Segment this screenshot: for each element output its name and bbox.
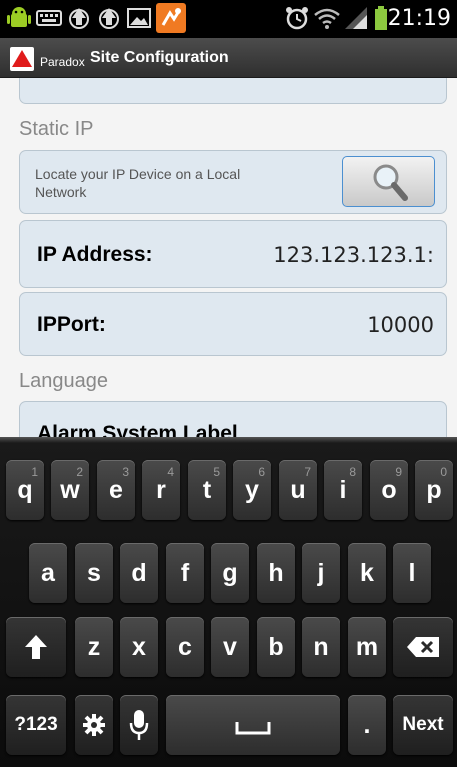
key-g[interactable]: g	[211, 543, 249, 603]
paradox-logo-icon	[10, 47, 34, 71]
key-v[interactable]: v	[211, 617, 249, 677]
key-i[interactable]: i8	[324, 460, 362, 520]
magnifier-icon	[373, 164, 408, 201]
status-bar: 21:19	[0, 0, 457, 38]
next-key[interactable]: Next	[393, 695, 453, 755]
backspace-key[interactable]	[393, 617, 453, 677]
section-language: Language	[19, 370, 108, 392]
key-m[interactable]: m	[348, 617, 386, 677]
key-w[interactable]: w2	[51, 460, 89, 520]
symbols-key[interactable]: ?123	[6, 695, 66, 755]
soft-keyboard: q1 w2 e3 r4 t5 y6 u7 i8 o9 p0 a s d f g …	[0, 437, 457, 767]
key-z[interactable]: z	[75, 617, 113, 677]
space-key[interactable]	[166, 695, 340, 755]
app-name: Paradox	[40, 55, 85, 69]
wifi-icon	[314, 8, 340, 29]
voice-input-key[interactable]	[120, 695, 158, 755]
locate-device-card: Locate your IP Device on a Local Network	[19, 150, 447, 214]
key-r[interactable]: r4	[142, 460, 180, 520]
space-bar-icon	[235, 722, 271, 735]
key-a[interactable]: a	[29, 543, 67, 603]
key-q[interactable]: q1	[6, 460, 44, 520]
section-static-ip: Static IP	[19, 118, 94, 140]
settings-key[interactable]	[75, 695, 113, 755]
key-p[interactable]: p0	[415, 460, 453, 520]
clock: 21:19	[387, 6, 451, 31]
keyboard-icon	[36, 10, 62, 26]
key-n[interactable]: n	[302, 617, 340, 677]
ip-address-row[interactable]: IP Address: 123.123.123.1:	[19, 220, 447, 288]
settings-form: Static IP Locate your IP Device on a Loc…	[0, 78, 457, 437]
ip-address-label: IP Address:	[37, 243, 153, 266]
recycle-icon	[99, 8, 119, 29]
image-icon	[127, 8, 151, 28]
key-s[interactable]: s	[75, 543, 113, 603]
alarm-system-label-row[interactable]: Alarm System Label	[19, 401, 447, 437]
locate-device-text: Locate your IP Device on a Local Network	[35, 166, 241, 200]
locate-search-button[interactable]	[342, 156, 435, 207]
page-title: Site Configuration	[90, 49, 229, 66]
key-e[interactable]: e3	[97, 460, 135, 520]
alarm-icon	[286, 7, 308, 30]
alarm-system-label: Alarm System Label	[37, 422, 238, 437]
ip-address-value[interactable]: 123.123.123.1:	[273, 243, 434, 267]
key-t[interactable]: t5	[188, 460, 226, 520]
phone-app-icon	[156, 3, 186, 33]
key-h[interactable]: h	[257, 543, 295, 603]
signal-icon	[345, 7, 367, 29]
key-j[interactable]: j	[302, 543, 340, 603]
backspace-icon	[407, 637, 439, 657]
key-c[interactable]: c	[166, 617, 204, 677]
microphone-icon	[129, 710, 149, 740]
key-d[interactable]: d	[120, 543, 158, 603]
shift-arrow-icon	[25, 635, 47, 659]
key-x[interactable]: x	[120, 617, 158, 677]
android-debug-icon	[7, 7, 31, 27]
key-f[interactable]: f	[166, 543, 204, 603]
key-b[interactable]: b	[257, 617, 295, 677]
ip-port-label: IPPort:	[37, 313, 106, 336]
key-l[interactable]: l	[393, 543, 431, 603]
key-y[interactable]: y6	[233, 460, 271, 520]
period-key[interactable]: .	[348, 695, 386, 755]
ip-port-row[interactable]: IPPort: 10000	[19, 292, 447, 356]
shift-key[interactable]	[6, 617, 66, 677]
app-title-bar: Paradox Site Configuration	[0, 38, 457, 78]
gear-icon	[83, 714, 105, 736]
key-o[interactable]: o9	[370, 460, 408, 520]
battery-icon	[375, 6, 387, 30]
previous-field-card[interactable]	[19, 78, 447, 104]
ip-port-value[interactable]: 10000	[367, 313, 434, 337]
key-u[interactable]: u7	[279, 460, 317, 520]
recycle-icon	[69, 8, 89, 29]
key-k[interactable]: k	[348, 543, 386, 603]
